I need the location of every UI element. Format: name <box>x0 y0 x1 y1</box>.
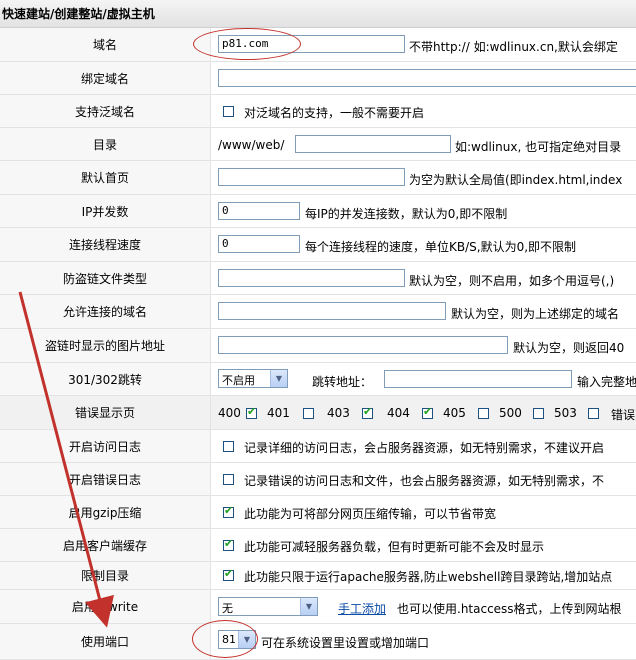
annotation-arrow-line <box>18 291 115 628</box>
annotation-arrow <box>18 291 115 628</box>
